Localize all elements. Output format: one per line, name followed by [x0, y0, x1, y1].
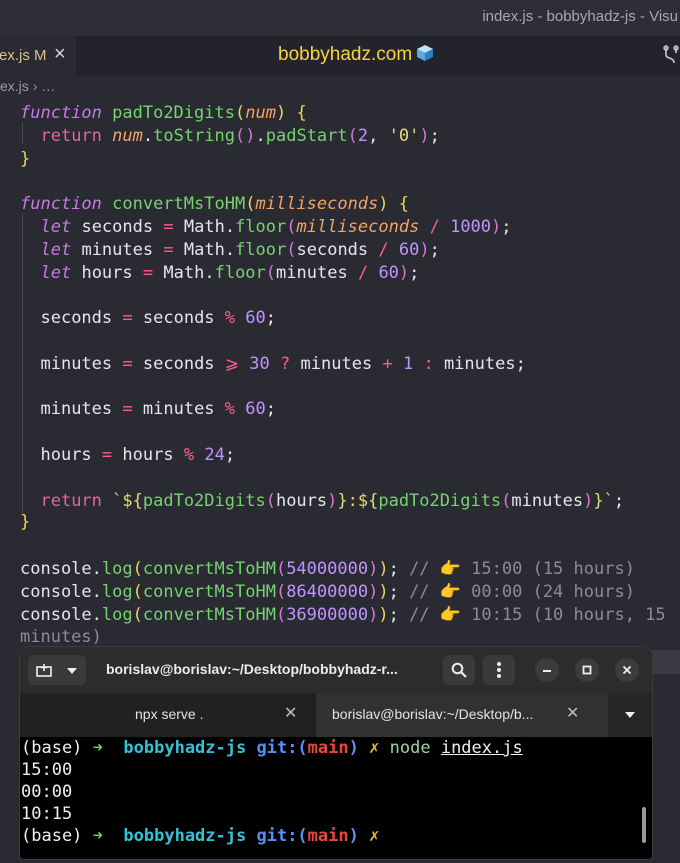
split-editor-icon[interactable]: [663, 45, 680, 65]
terminal-output-line: 15:00: [21, 760, 73, 780]
cube-icon: [417, 45, 434, 61]
code-line: minutes): [20, 627, 102, 647]
terminal-line: (base) ➜ bobbyhadz-js git:(main) ✗: [21, 826, 380, 846]
search-button[interactable]: [443, 655, 475, 685]
terminal-output-line: 10:15: [21, 804, 73, 824]
terminal-header: borislav@borislav:~/Desktop/bobbyhadz-r.…: [20, 647, 652, 693]
tabs-dropdown-icon[interactable]: [624, 711, 636, 719]
minimize-icon: [543, 670, 551, 672]
tab-close-icon[interactable]: ✕: [284, 703, 297, 723]
new-tab-icon: [36, 664, 52, 677]
minimize-button[interactable]: [535, 658, 559, 682]
code-line: }: [20, 512, 31, 532]
code-line: return num.toString().padStart(2, '0');: [40, 126, 440, 146]
menu-button[interactable]: [483, 655, 515, 685]
terminal-tab-active[interactable]: borislav@borislav:~/Desktop/b... ✕: [316, 693, 608, 737]
breadcrumb-symbol[interactable]: …: [41, 78, 55, 94]
terminal-tabs: npx serve . ✕ borislav@borislav:~/Deskto…: [20, 693, 652, 737]
code-line: seconds = seconds % 60;: [40, 308, 277, 328]
maximize-button[interactable]: [575, 658, 599, 682]
terminal-line: (base) ➜ bobbyhadz-js git:(main) ✗ node …: [21, 738, 523, 758]
terminal-output-line: 00:00: [21, 782, 73, 802]
terminal-tab-label: npx serve .: [135, 706, 204, 722]
maximize-icon: [582, 665, 592, 675]
code-editor[interactable]: function padTo2Digits(num) { return num.…: [0, 100, 680, 660]
code-line: let hours = Math.floor(minutes / 60);: [40, 263, 420, 283]
minimap-highlight: [651, 650, 680, 674]
code-line: function padTo2Digits(num) {: [20, 103, 307, 123]
code-line: hours = hours % 24;: [40, 445, 236, 465]
window-titlebar: index.js - bobbyhadz-js - Visu: [0, 0, 680, 36]
terminal-window[interactable]: borislav@borislav:~/Desktop/bobbyhadz-r.…: [20, 647, 652, 859]
code-line: minutes = minutes % 60;: [40, 399, 277, 419]
menu-icon: [497, 662, 501, 678]
code-line: console.log(convertMsToHM(36900000)); //…: [20, 605, 666, 625]
code-line: minutes = seconds ⩾ 30 ? minutes + 1 : m…: [40, 354, 526, 374]
tab-close-icon[interactable]: ✕: [566, 703, 579, 723]
code-line: }: [20, 149, 31, 169]
breadcrumb-separator: ›: [32, 78, 38, 94]
brand-banner: bobbyhadz.com: [278, 44, 434, 66]
terminal-tab-npx-serve[interactable]: npx serve . ✕: [20, 693, 316, 737]
tab-close-icon[interactable]: ×: [54, 43, 66, 66]
code-line: return `${padTo2Digits(hours)}:${padTo2D…: [40, 491, 625, 511]
tab-label: ex.js M: [0, 47, 47, 64]
breadcrumb-file[interactable]: ex.js: [0, 78, 29, 94]
new-tab-button[interactable]: [28, 655, 86, 685]
brand-text: bobbyhadz.com: [278, 44, 413, 65]
editor-tabbar: ex.js M × bobbyhadz.com: [0, 36, 680, 76]
code-line: console.log(convertMsToHM(54000000)); //…: [20, 559, 635, 579]
window-title: index.js - bobbyhadz-js - Visu: [482, 8, 678, 25]
terminal-scrollbar[interactable]: [642, 807, 646, 843]
close-button[interactable]: [615, 658, 639, 682]
code-line: console.log(convertMsToHM(86400000)); //…: [20, 582, 635, 602]
dropdown-icon[interactable]: [66, 667, 78, 675]
code-line: let seconds = Math.floor(milliseconds / …: [40, 217, 512, 237]
search-icon: [451, 662, 467, 678]
tab-index-js[interactable]: ex.js M ×: [0, 36, 78, 76]
code-line: let minutes = Math.floor(seconds / 60);: [40, 240, 440, 260]
terminal-title: borislav@borislav:~/Desktop/bobbyhadz-r.…: [106, 661, 398, 677]
breadcrumb: ex.js › …: [0, 78, 55, 100]
code-line: function convertMsToHM(milliseconds) {: [20, 194, 410, 214]
close-icon: [622, 665, 632, 675]
terminal-tab-label: borislav@borislav:~/Desktop/b...: [332, 706, 534, 722]
